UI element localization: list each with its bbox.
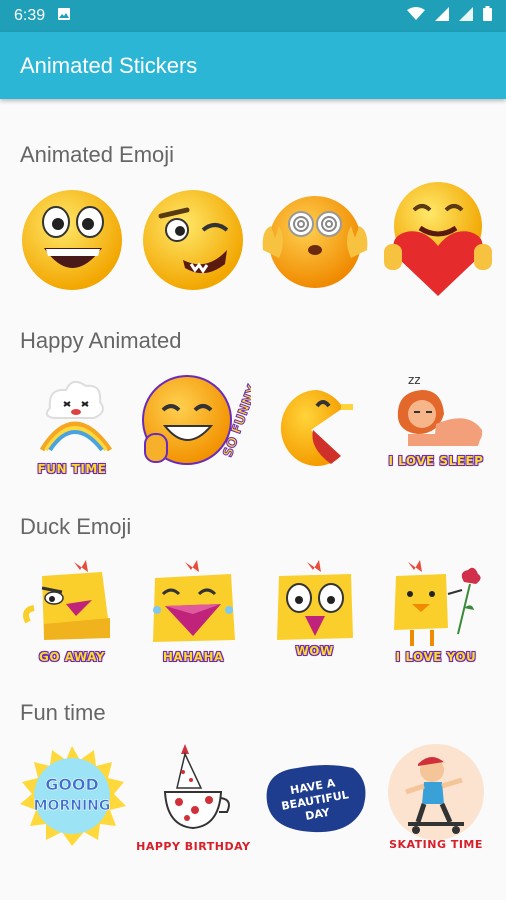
sticker-grinning-emoji[interactable] <box>14 180 130 300</box>
sticker-caption: HAPPY BIRTHDAY <box>136 840 251 853</box>
sticker-have-a-beautiful-day[interactable]: HAVE A BEAUTIFUL DAY <box>257 742 373 862</box>
battery-icon <box>483 6 492 26</box>
sticker-caption: WOW <box>295 644 334 658</box>
app-title: Animated Stickers <box>20 52 198 78</box>
sticker-row-duck-emoji: GO AWAY HAHAHA WOW I LOVE YOU <box>14 554 494 674</box>
sticker-go-away-duck[interactable]: GO AWAY <box>14 554 130 674</box>
sticker-happy-birthday[interactable]: HAPPY BIRTHDAY <box>135 742 251 862</box>
sticker-i-love-you-duck[interactable]: I LOVE YOU <box>378 554 494 674</box>
sticker-row-fun-time: GOOD MORNING HAPPY BIRTHDAY HAVE A BEAUT… <box>14 742 494 862</box>
sticker-row-happy-animated: FUN TIME SO FUNNY zz I LOVE SLEEP <box>14 368 494 488</box>
sticker-caption: I LOVE YOU <box>395 650 477 664</box>
sticker-winking-emoji[interactable] <box>135 180 251 300</box>
app-bar: Animated Stickers <box>0 32 506 99</box>
sticker-so-funny[interactable]: SO FUNNY <box>135 368 251 488</box>
svg-text:zz: zz <box>408 373 421 387</box>
section-title-happy-animated: Happy Animated <box>20 328 182 353</box>
sticker-i-love-sleep[interactable]: zz I LOVE SLEEP <box>378 368 494 488</box>
sticker-skating-time[interactable]: SKATING TIME <box>378 742 494 862</box>
sticker-hahaha-duck[interactable]: HAHAHA <box>135 554 251 674</box>
sticker-pacman-laugh[interactable] <box>257 368 373 488</box>
svg-text:GOOD: GOOD <box>45 775 99 794</box>
sticker-fun-time[interactable]: FUN TIME <box>14 368 130 488</box>
sticker-dizzy-emoji[interactable] <box>257 180 373 300</box>
signal-icon-2 <box>459 6 473 26</box>
sticker-heart-emoji[interactable] <box>378 180 494 300</box>
sticker-wow-duck[interactable]: WOW <box>257 554 373 674</box>
signal-icon <box>435 6 449 26</box>
sticker-good-morning[interactable]: GOOD MORNING <box>14 742 130 862</box>
svg-text:MORNING: MORNING <box>34 798 111 814</box>
sticker-caption: GO AWAY <box>38 650 105 664</box>
sticker-caption: SKATING TIME <box>389 838 483 851</box>
section-title-fun-time: Fun time <box>20 700 106 725</box>
section-title-animated-emoji: Animated Emoji <box>20 142 175 167</box>
sticker-row-animated-emoji <box>14 180 494 300</box>
image-notification-icon <box>57 7 71 26</box>
sticker-caption: I LOVE SLEEP <box>388 454 484 468</box>
section-title-duck-emoji: Duck Emoji <box>20 514 132 539</box>
sticker-caption: HAHAHA <box>162 650 224 664</box>
sticker-caption: FUN TIME <box>37 462 107 476</box>
status-bar: 6:39 <box>0 0 506 32</box>
status-time: 6:39 <box>14 7 46 24</box>
wifi-icon <box>407 6 425 26</box>
